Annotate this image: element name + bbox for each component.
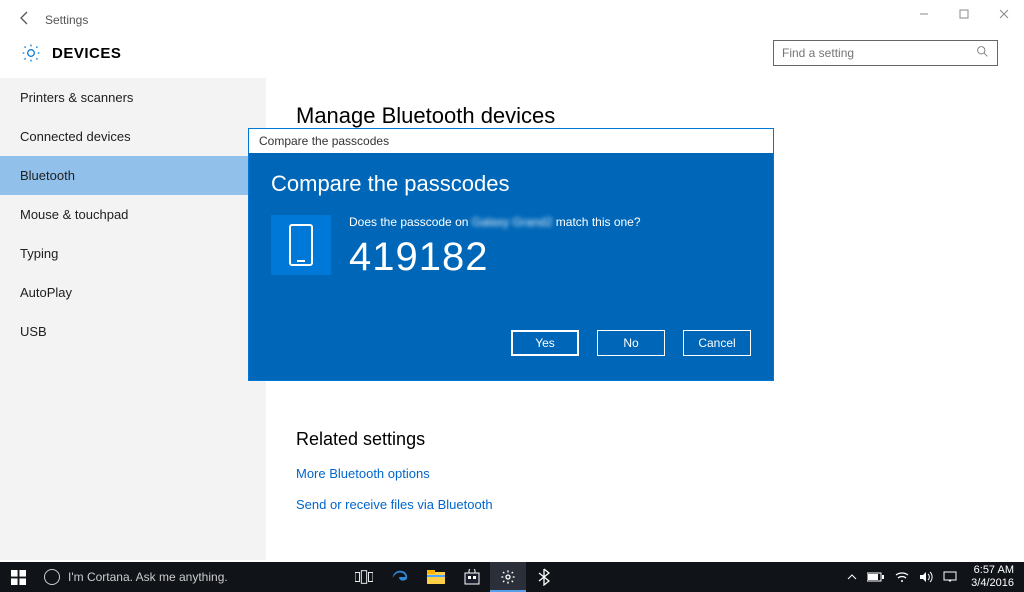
edge-icon[interactable] bbox=[382, 562, 418, 592]
yes-button[interactable]: Yes bbox=[511, 330, 579, 356]
cortana-icon bbox=[44, 569, 60, 585]
clock-time: 6:57 AM bbox=[971, 564, 1014, 577]
sidebar-item-label: Mouse & touchpad bbox=[20, 207, 128, 222]
window-titlebar: Settings bbox=[0, 0, 1024, 40]
tray-chevron-up-icon[interactable] bbox=[847, 573, 857, 581]
system-tray: 6:57 AM 3/4/2016 bbox=[847, 562, 1024, 592]
store-icon[interactable] bbox=[454, 562, 490, 592]
no-button[interactable]: No bbox=[597, 330, 665, 356]
maximize-button[interactable] bbox=[944, 0, 984, 30]
related-settings-heading: Related settings bbox=[296, 429, 994, 450]
header: DEVICES bbox=[0, 40, 1024, 78]
search-icon bbox=[976, 45, 989, 61]
cancel-button[interactable]: Cancel bbox=[683, 330, 751, 356]
clock-date: 3/4/2016 bbox=[971, 577, 1014, 590]
link-send-receive-files[interactable]: Send or receive files via Bluetooth bbox=[296, 489, 994, 520]
minimize-button[interactable] bbox=[904, 0, 944, 30]
sidebar-item-usb[interactable]: USB bbox=[0, 312, 266, 351]
cortana-placeholder: I'm Cortana. Ask me anything. bbox=[68, 570, 228, 584]
sidebar: Printers & scanners Connected devices Bl… bbox=[0, 78, 266, 560]
action-center-icon[interactable] bbox=[943, 571, 957, 583]
bluetooth-icon[interactable] bbox=[526, 562, 562, 592]
window-controls bbox=[904, 0, 1024, 30]
window-title: Settings bbox=[45, 13, 88, 27]
battery-icon[interactable] bbox=[867, 572, 885, 582]
wifi-icon[interactable] bbox=[895, 571, 909, 583]
dialog-question: Does the passcode on Galaxy Grand2 match… bbox=[349, 215, 641, 229]
sidebar-item-autoplay[interactable]: AutoPlay bbox=[0, 273, 266, 312]
sidebar-item-label: USB bbox=[20, 324, 47, 339]
dialog-device-name: Galaxy Grand2 bbox=[472, 215, 553, 229]
sidebar-item-printers[interactable]: Printers & scanners bbox=[0, 78, 266, 117]
cortana-search[interactable]: I'm Cortana. Ask me anything. bbox=[36, 562, 346, 592]
passcode-value: 419182 bbox=[349, 235, 641, 280]
settings-icon[interactable] bbox=[490, 562, 526, 592]
dialog-question-prefix: Does the passcode on bbox=[349, 215, 472, 229]
gear-icon bbox=[20, 42, 42, 64]
section-title: DEVICES bbox=[52, 45, 121, 62]
search-input[interactable] bbox=[782, 46, 976, 60]
sidebar-item-mouse[interactable]: Mouse & touchpad bbox=[0, 195, 266, 234]
page-title: Manage Bluetooth devices bbox=[296, 103, 994, 129]
start-button[interactable] bbox=[0, 562, 36, 592]
dialog-body: Compare the passcodes Does the passcode … bbox=[249, 153, 773, 380]
task-icons bbox=[346, 562, 562, 592]
volume-icon[interactable] bbox=[919, 571, 933, 583]
task-view-icon[interactable] bbox=[346, 562, 382, 592]
back-button[interactable] bbox=[10, 10, 40, 31]
dialog-titlebar: Compare the passcodes bbox=[249, 129, 773, 153]
dialog-heading: Compare the passcodes bbox=[271, 171, 751, 197]
sidebar-item-label: Typing bbox=[20, 246, 58, 261]
sidebar-item-typing[interactable]: Typing bbox=[0, 234, 266, 273]
file-explorer-icon[interactable] bbox=[418, 562, 454, 592]
search-box[interactable] bbox=[773, 40, 998, 66]
sidebar-item-label: AutoPlay bbox=[20, 285, 72, 300]
taskbar: I'm Cortana. Ask me anything. 6:57 AM 3/… bbox=[0, 562, 1024, 592]
phone-icon bbox=[271, 215, 331, 275]
passcode-dialog: Compare the passcodes Compare the passco… bbox=[248, 128, 774, 381]
sidebar-item-label: Connected devices bbox=[20, 129, 131, 144]
sidebar-item-label: Printers & scanners bbox=[20, 90, 133, 105]
dialog-buttons: Yes No Cancel bbox=[271, 330, 751, 356]
sidebar-item-label: Bluetooth bbox=[20, 168, 75, 183]
sidebar-item-connected-devices[interactable]: Connected devices bbox=[0, 117, 266, 156]
close-button[interactable] bbox=[984, 0, 1024, 30]
sidebar-item-bluetooth[interactable]: Bluetooth bbox=[0, 156, 266, 195]
link-more-bluetooth[interactable]: More Bluetooth options bbox=[296, 458, 994, 489]
clock[interactable]: 6:57 AM 3/4/2016 bbox=[967, 564, 1018, 589]
dialog-question-suffix: match this one? bbox=[552, 215, 640, 229]
